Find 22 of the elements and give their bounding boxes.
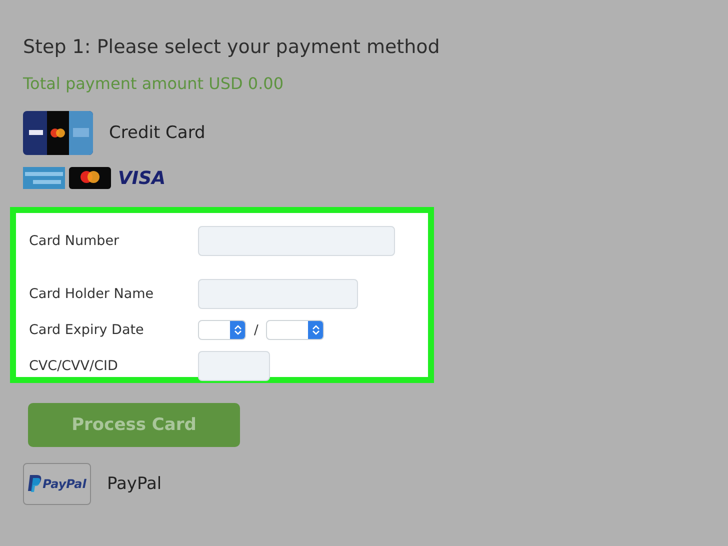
- paypal-p-icon: [28, 475, 42, 493]
- visa-logo: VISA: [118, 168, 166, 188]
- field-label: Card Holder Name: [29, 286, 155, 302]
- field-label: Card Number: [29, 233, 120, 249]
- month-dropdown[interactable]: [198, 320, 246, 340]
- text-field[interactable]: [198, 351, 270, 381]
- date-separator: /: [254, 322, 258, 338]
- field-label: CVC/CVV/CID: [29, 358, 119, 374]
- page-heading: Step 1: Please select your payment method: [23, 36, 441, 58]
- paypal-logo[interactable]: PayPal: [23, 463, 91, 505]
- total-amount: Total payment amount USD 0.00: [23, 74, 285, 93]
- text-field[interactable]: [198, 226, 395, 256]
- paypal-label: PayPal: [107, 474, 162, 494]
- year-dropdown[interactable]: [266, 320, 324, 340]
- credit-card-label: Credit Card: [109, 123, 206, 143]
- stepper-icon: [234, 325, 242, 335]
- stepper-icon: [312, 325, 320, 335]
- text-field[interactable]: [198, 279, 358, 309]
- mastercard-logo: [69, 167, 111, 189]
- amex-logo: [23, 167, 65, 189]
- field-label: Card Expiry Date: [29, 322, 145, 338]
- credit-cards-icon[interactable]: [23, 111, 93, 155]
